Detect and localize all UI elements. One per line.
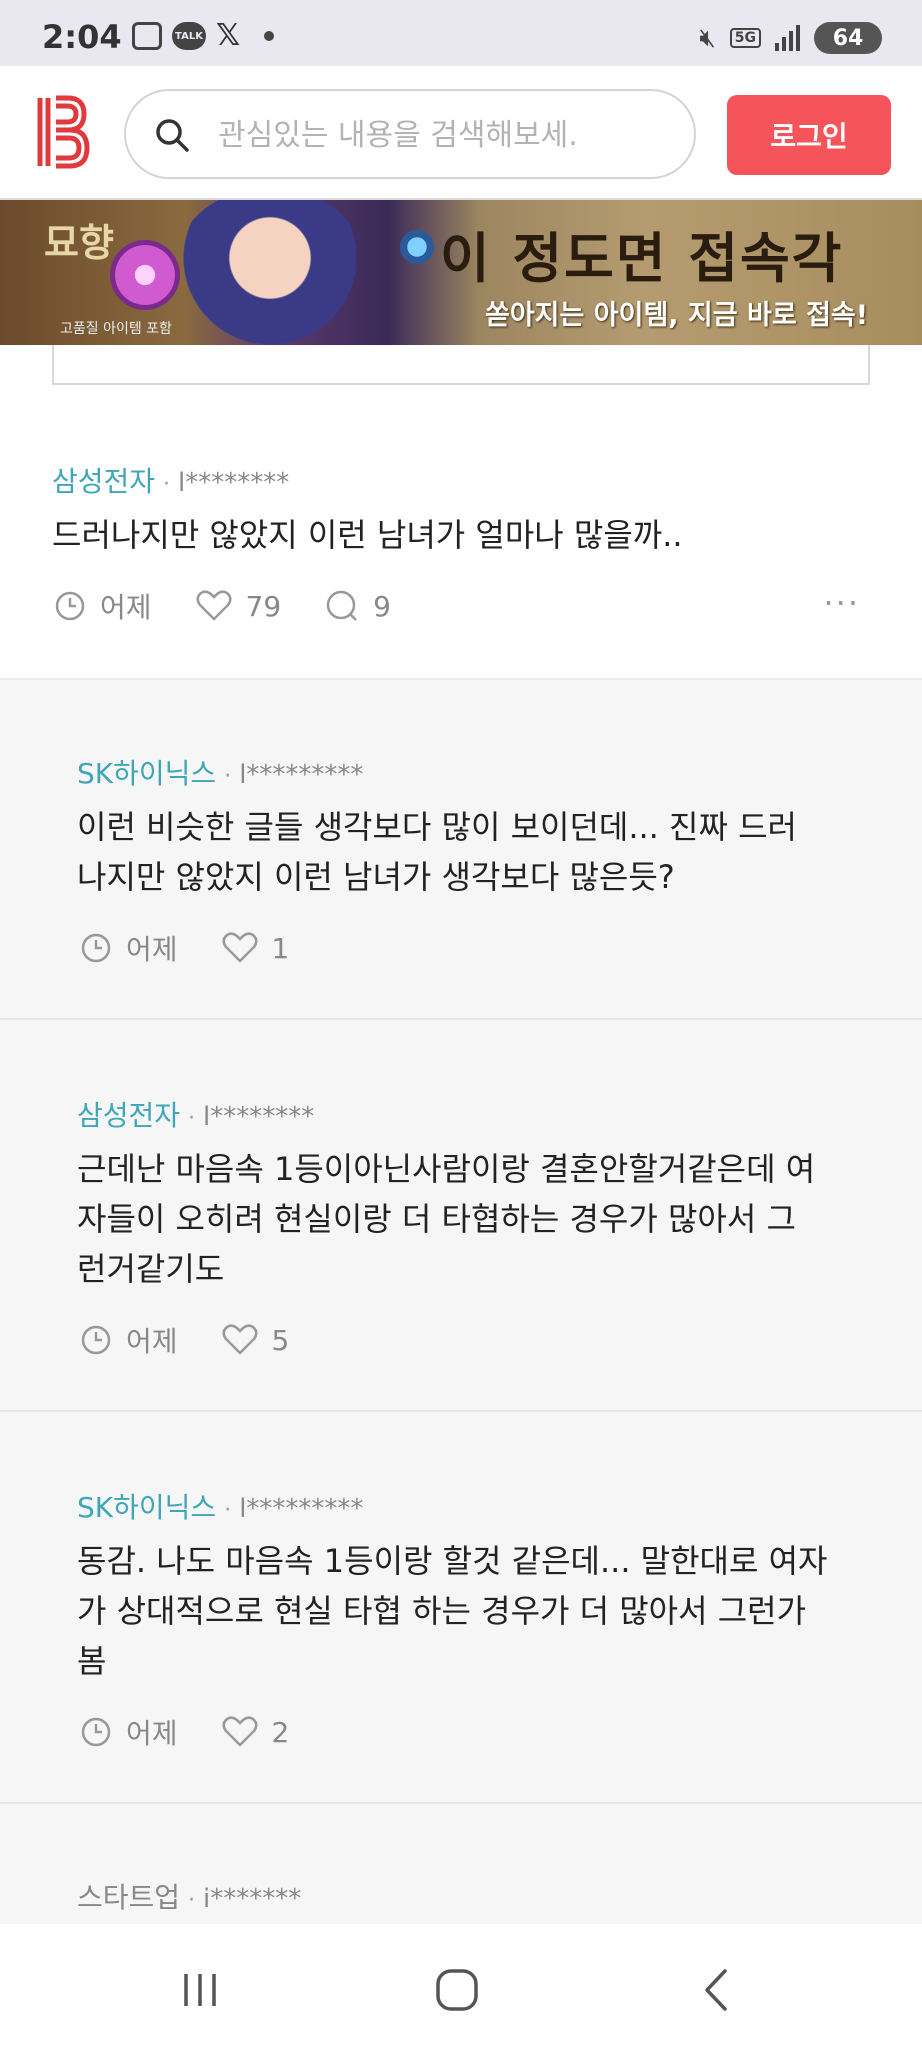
- time-label: 어제: [100, 591, 152, 624]
- comment-text-line: 자들이 오히려 현실이랑 더 타협하는 경우가 많아서 그: [77, 1200, 796, 1238]
- reply-count: 9: [373, 589, 391, 623]
- app-header: 로그인: [0, 66, 922, 200]
- heart-icon: [196, 590, 232, 621]
- like-button[interactable]: 1: [222, 931, 290, 965]
- like-count: 2: [271, 1715, 290, 1749]
- banner-character-image: [170, 200, 370, 345]
- comment-text-line: 봄: [77, 1642, 107, 1680]
- reply-item: SK하이닉스 · l********* 이런 비슷한 글들 생각보다 많이 보이던데…: [0, 680, 922, 1020]
- heart-icon: [222, 1324, 258, 1355]
- author-user: i*******: [203, 1884, 302, 1914]
- comment-text[interactable]: 근데난 마음속 1등이아닌사람이랑 결혼안할거같은데 여 자들이 오히려 현실이…: [77, 1144, 815, 1294]
- clock-icon: [81, 1325, 111, 1355]
- notification-icons: TALK 𝕏: [132, 18, 275, 53]
- comment-text-line: 런거같기도: [77, 1250, 225, 1288]
- back-button[interactable]: [686, 1960, 746, 2020]
- battery-icon: 64: [814, 22, 882, 54]
- reply-button[interactable]: 9: [325, 589, 391, 623]
- comment-time: 어제: [80, 1712, 178, 1752]
- author-company[interactable]: 삼성전자: [77, 1099, 180, 1132]
- author-company[interactable]: SK하이닉스: [77, 757, 216, 790]
- author-user: l********: [178, 468, 290, 498]
- comment-text[interactable]: 드러나지만 않았지 이런 남녀가 얼마나 많을까..: [52, 510, 683, 560]
- x-notification-icon: 𝕏: [216, 18, 241, 53]
- comment-time: 어제: [54, 586, 152, 626]
- home-icon: [436, 1969, 478, 2011]
- recent-apps-button[interactable]: [170, 1960, 230, 2020]
- time-label: 어제: [126, 933, 178, 966]
- comment-item: 삼성전자 · l******** 드러나지만 않았지 이런 남녀가 얼마나 많을까.…: [0, 420, 922, 680]
- gallery-notification-icon: [132, 22, 162, 50]
- comment-text-line: 가 상대적으로 현실 타협 하는 경우가 더 많아서 그런가: [77, 1592, 807, 1630]
- comment-text[interactable]: 이런 비슷한 글들 생각보다 많이 보이던데... 진짜 드러 나지만 않았지 …: [77, 802, 797, 902]
- clock-icon: [81, 1717, 111, 1747]
- mute-icon: 🔇︎: [699, 22, 716, 53]
- comment-text-line: 근데난 마음속 1등이아닌사람이랑 결혼안할거같은데 여: [77, 1150, 816, 1188]
- search-bar[interactable]: [124, 89, 696, 179]
- comment-text-line: 나지만 않았지 이런 남녀가 생각보다 많은듯?: [77, 858, 675, 896]
- banner-coin-icon: [400, 230, 434, 264]
- login-button[interactable]: 로그인: [727, 95, 891, 175]
- content-frame-bottom: [52, 345, 870, 385]
- comment-text-line: 드러나지만 않았지 이런 남녀가 얼마나 많을까..: [52, 516, 683, 554]
- status-bar: 2:04 TALK 𝕏 🔇︎ 5G 64: [0, 0, 922, 66]
- like-button[interactable]: 2: [222, 1715, 290, 1749]
- comment-time: 어제: [80, 1320, 178, 1360]
- more-notifications-icon: [264, 31, 275, 41]
- comment-author: 삼성전자 · l********: [52, 465, 290, 498]
- like-button[interactable]: 79: [196, 589, 282, 623]
- reply-item: 삼성전자 · l******** 근데난 마음속 1등이아닌사람이랑 결혼안할거같은…: [0, 1020, 922, 1412]
- reply-item: 스타트업 · i*******: [0, 1804, 922, 1924]
- search-input[interactable]: [218, 109, 648, 161]
- reply-item: SK하이닉스 · l********* 동감. 나도 마음속 1등이랑 할것 같은데…: [0, 1412, 922, 1804]
- banner-logo: 묘향: [44, 220, 114, 265]
- like-button[interactable]: 5: [222, 1323, 290, 1357]
- kakaotalk-notification-icon: TALK: [172, 22, 206, 50]
- comment-author: 삼성전자 · l********: [77, 1099, 315, 1132]
- banner-subtext: 고품질 아이템 포함: [60, 321, 172, 337]
- author-user: l*********: [239, 760, 364, 790]
- banner-tagline: 쏟아지는 아이템, 지금 바로 접속!: [485, 300, 869, 331]
- comment-meta: 어제 1: [80, 928, 333, 968]
- back-icon: [705, 1969, 727, 2011]
- comment-meta: 어제 79 9: [54, 586, 435, 626]
- system-icons: 🔇︎ 5G 64: [699, 22, 882, 54]
- comment-text[interactable]: 동감. 나도 마음속 1등이랑 할것 같은데... 말한대로 여자 가 상대적으…: [77, 1536, 828, 1686]
- comment-author: 스타트업 · i*******: [77, 1881, 302, 1914]
- heart-icon: [222, 1716, 258, 1747]
- like-count: 1: [271, 931, 290, 965]
- time-label: 어제: [126, 1325, 178, 1358]
- clock-icon: [81, 933, 111, 963]
- recent-apps-icon: [184, 1974, 216, 2006]
- comment-meta: 어제 5: [80, 1320, 333, 1360]
- banner-ad[interactable]: 묘향 고품질 아이템 포함 이 정도면 접속각 쏟아지는 아이템, 지금 바로 …: [0, 200, 922, 345]
- comment-author: SK하이닉스 · l*********: [77, 1491, 364, 1524]
- more-options-icon[interactable]: ···: [823, 584, 860, 622]
- comment-text-line: 이런 비슷한 글들 생각보다 많이 보이던데... 진짜 드러: [77, 808, 797, 846]
- blind-logo-icon[interactable]: [34, 94, 90, 170]
- clock-icon: [55, 591, 85, 621]
- comment-meta: 어제 2: [80, 1712, 333, 1752]
- status-time: 2:04: [42, 18, 122, 56]
- home-button[interactable]: [427, 1960, 487, 2020]
- comment-author: SK하이닉스 · l*********: [77, 757, 364, 790]
- banner-title: 이 정도면 접속각: [440, 226, 844, 290]
- heart-icon: [222, 932, 258, 963]
- time-label: 어제: [126, 1717, 178, 1750]
- author-user: l********: [203, 1102, 315, 1132]
- system-nav-bar: [0, 1924, 922, 2048]
- like-count: 5: [271, 1323, 290, 1357]
- comment-bubble-icon: [326, 590, 358, 621]
- author-company[interactable]: 스타트업: [77, 1881, 180, 1914]
- search-icon: [156, 119, 189, 152]
- comment-time: 어제: [80, 928, 178, 968]
- author-user: l*********: [239, 1494, 364, 1524]
- author-company[interactable]: SK하이닉스: [77, 1491, 216, 1524]
- network-type-icon: 5G: [729, 28, 761, 48]
- author-company[interactable]: 삼성전자: [52, 465, 155, 498]
- signal-icon: [775, 25, 800, 51]
- comment-text-line: 동감. 나도 마음속 1등이랑 할것 같은데... 말한대로 여자: [77, 1542, 828, 1580]
- like-count: 79: [245, 589, 282, 623]
